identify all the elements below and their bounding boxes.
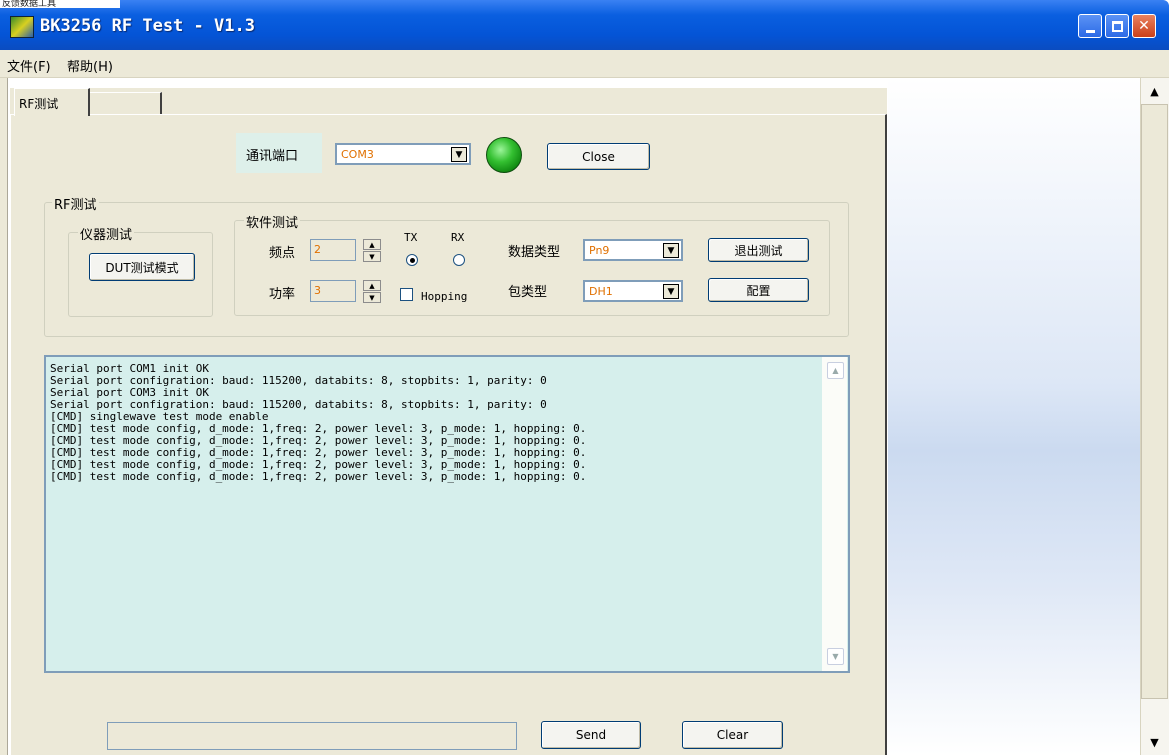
data-type-label: 数据类型 [508, 245, 561, 260]
freq-field[interactable]: 2 [310, 239, 356, 261]
maximize-icon [1111, 20, 1123, 32]
chevron-down-icon[interactable]: ▼ [451, 147, 467, 162]
maximize-button[interactable] [1105, 14, 1129, 38]
freq-spin-down[interactable]: ▼ [363, 251, 381, 262]
tab-rf-test[interactable]: RF测试 [14, 88, 90, 116]
scroll-down-button[interactable]: ▼ [1141, 731, 1168, 753]
clear-button[interactable]: Clear [682, 721, 783, 749]
packet-type-value: DH1 [589, 285, 613, 298]
freq-label: 频点 [269, 246, 296, 261]
spin-down-icon: ▼ [369, 293, 375, 302]
log-scroll-up[interactable]: ▲ [827, 362, 844, 379]
chevron-down-icon[interactable]: ▼ [663, 284, 679, 299]
log-scrollbar[interactable] [822, 357, 847, 671]
close-window-button[interactable]: ✕ [1132, 14, 1156, 38]
right-background-pane [888, 78, 1140, 755]
tx-radio[interactable] [406, 254, 418, 266]
spin-down-icon: ▼ [369, 252, 375, 261]
hopping-label: Hopping [421, 290, 468, 303]
data-type-combo[interactable]: Pn9 ▼ [583, 239, 683, 261]
minimize-icon [1085, 29, 1095, 33]
power-value: 3 [314, 284, 321, 297]
scroll-up-button[interactable]: ▲ [1141, 80, 1168, 102]
port-label: 通讯端口 [236, 133, 322, 173]
exit-test-button[interactable]: 退出测试 [708, 238, 809, 262]
rx-radio[interactable] [453, 254, 465, 266]
top-strip-text: 反馈数据工具 [0, 0, 120, 8]
log-scroll-down[interactable]: ▼ [827, 648, 844, 665]
power-field[interactable]: 3 [310, 280, 356, 302]
close-icon: ✕ [1138, 18, 1150, 34]
arrow-up-icon: ▲ [832, 366, 839, 375]
send-input[interactable] [107, 722, 517, 750]
packet-type-combo[interactable]: DH1 ▼ [583, 280, 683, 302]
send-button[interactable]: Send [541, 721, 641, 749]
app-icon [10, 16, 34, 38]
spin-up-icon: ▲ [369, 240, 375, 249]
software-group-title: 软件测试 [244, 212, 301, 231]
rf-test-group-title: RF测试 [52, 194, 99, 213]
left-edge [0, 78, 8, 755]
rx-label: RX [451, 231, 465, 244]
port-value: COM3 [341, 148, 374, 161]
power-label: 功率 [269, 287, 296, 302]
menu-file[interactable]: 文件(F) [7, 56, 51, 75]
instrument-group-title: 仪器测试 [78, 224, 135, 243]
status-led-icon [486, 137, 522, 173]
window-title: BK3256 RF Test - V1.3 [40, 16, 255, 36]
data-type-value: Pn9 [589, 244, 610, 257]
packet-type-label: 包类型 [508, 285, 548, 300]
menu-bar [0, 50, 1169, 78]
power-spin-up[interactable]: ▲ [363, 280, 381, 291]
hopping-checkbox[interactable] [400, 288, 413, 301]
arrow-down-icon: ▼ [832, 652, 839, 661]
dut-mode-button[interactable]: DUT测试模式 [89, 253, 195, 281]
spin-up-icon: ▲ [369, 281, 375, 290]
arrow-up-icon: ▲ [1150, 84, 1159, 98]
close-port-button[interactable]: Close [547, 143, 650, 170]
power-spin-down[interactable]: ▼ [363, 292, 381, 303]
minimize-button[interactable] [1078, 14, 1102, 38]
config-button[interactable]: 配置 [708, 278, 809, 302]
log-line: [CMD] test mode config, d_mode: 1,freq: … [50, 470, 587, 483]
log-output[interactable]: Serial port COM1 init OK Serial port con… [44, 355, 850, 673]
menu-help[interactable]: 帮助(H) [67, 56, 113, 75]
tx-label: TX [404, 231, 418, 244]
arrow-down-icon: ▼ [1150, 735, 1159, 749]
chevron-down-icon[interactable]: ▼ [663, 243, 679, 258]
vertical-scroll-thumb[interactable] [1141, 104, 1168, 699]
tab-empty[interactable] [90, 92, 162, 114]
port-combo[interactable]: COM3 ▼ [335, 143, 471, 165]
radio-selected-icon [409, 257, 415, 263]
freq-spin-up[interactable]: ▲ [363, 239, 381, 250]
freq-value: 2 [314, 243, 321, 256]
